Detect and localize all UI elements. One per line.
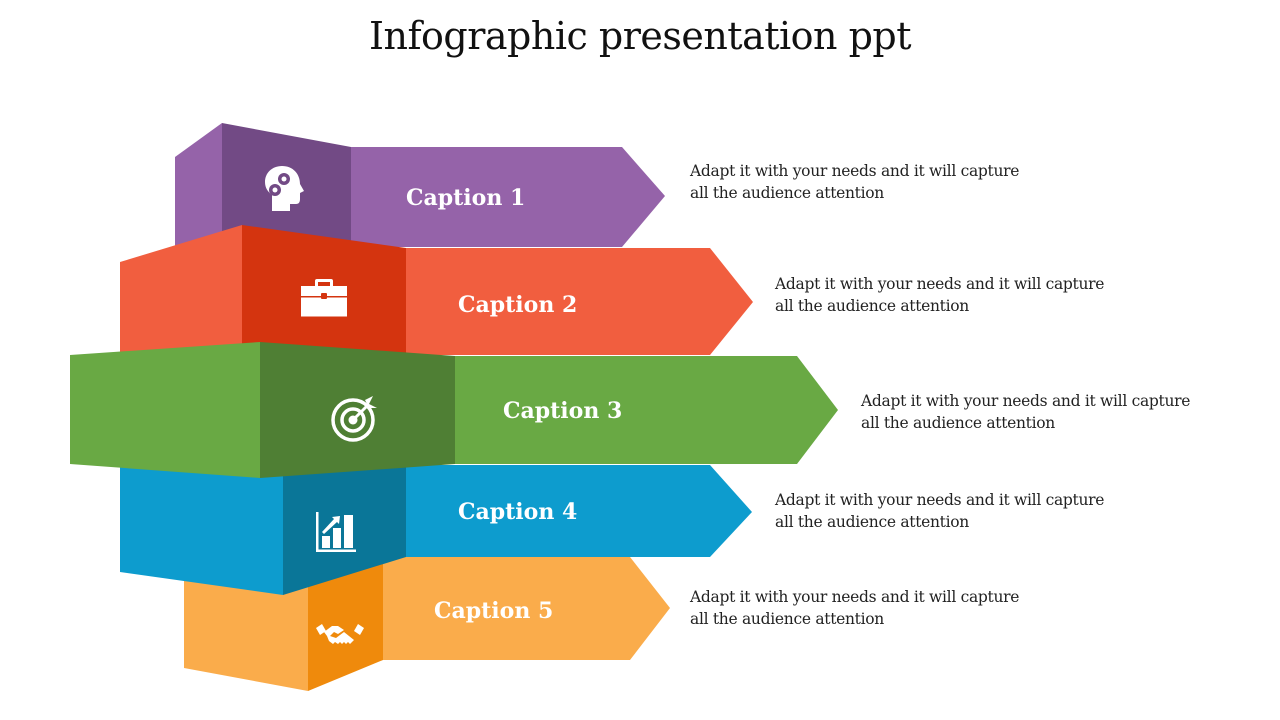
step-3-description-line-1: Adapt it with your needs and it will cap… bbox=[861, 392, 1191, 410]
step-4-description: Adapt it with your needs and it will cap… bbox=[775, 489, 1104, 533]
step-4-side-face bbox=[120, 465, 283, 595]
step-5-caption: Caption 5 bbox=[434, 598, 553, 624]
step-2-description: Adapt it with your needs and it will cap… bbox=[775, 273, 1104, 317]
step-3: Caption 3 bbox=[70, 342, 838, 478]
step-3-description-line-2: all the audience attention bbox=[861, 414, 1055, 432]
step-2-caption: Caption 2 bbox=[458, 292, 577, 318]
step-5-description-line-1: Adapt it with your needs and it will cap… bbox=[690, 588, 1020, 606]
step-3-caption: Caption 3 bbox=[503, 398, 622, 424]
step-4-description-line-2: all the audience attention bbox=[775, 513, 969, 531]
step-5-description: Adapt it with your needs and it will cap… bbox=[690, 586, 1019, 630]
step-1-side-face bbox=[175, 123, 222, 247]
step-4-caption: Caption 4 bbox=[458, 499, 577, 525]
step-2-side-face bbox=[120, 225, 242, 355]
step-2-description-line-1: Adapt it with your needs and it will cap… bbox=[775, 275, 1105, 293]
step-3-description: Adapt it with your needs and it will cap… bbox=[861, 390, 1190, 434]
step-1-description-line-2: all the audience attention bbox=[690, 184, 884, 202]
step-2-description-line-2: all the audience attention bbox=[775, 297, 969, 315]
step-1-caption: Caption 1 bbox=[406, 185, 525, 211]
step-1-description-line-1: Adapt it with your needs and it will cap… bbox=[690, 162, 1020, 180]
infographic-stack: Caption 5 Caption 4 Caption 1 Caption 2 … bbox=[70, 123, 838, 691]
step-3-side-face bbox=[70, 342, 260, 478]
step-1-description: Adapt it with your needs and it will cap… bbox=[690, 160, 1019, 204]
step-4-description-line-1: Adapt it with your needs and it will cap… bbox=[775, 491, 1105, 509]
step-5-description-line-2: all the audience attention bbox=[690, 610, 884, 628]
